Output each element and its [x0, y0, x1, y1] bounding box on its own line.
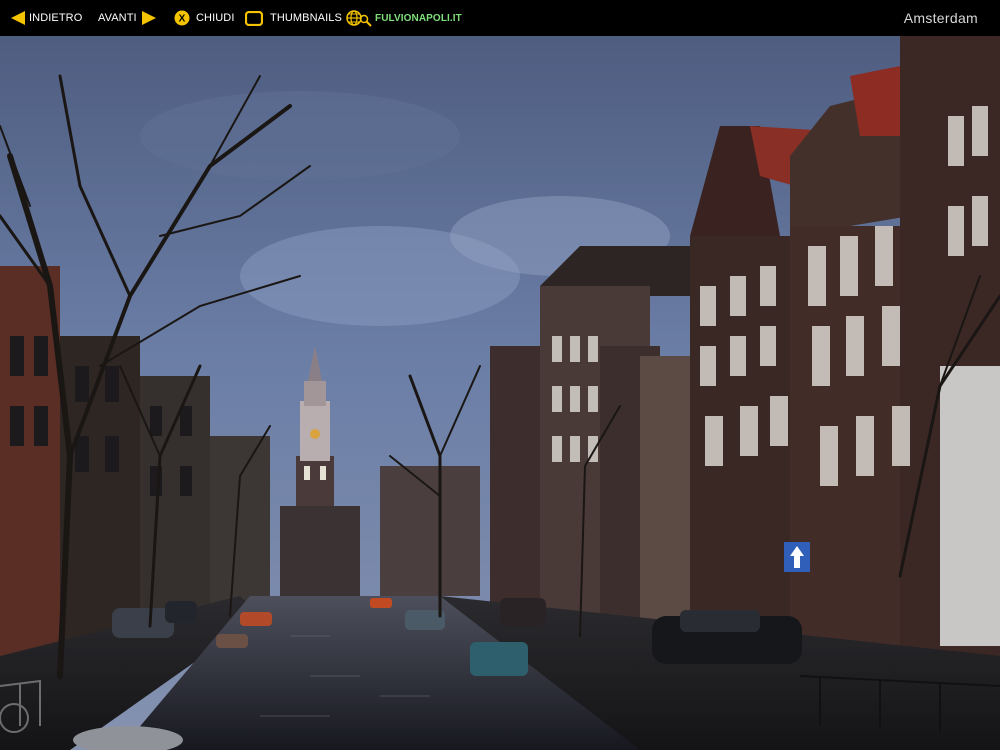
- globe-search-icon: [346, 10, 372, 27]
- toolbar: INDIETRO AVANTI X CHIUDI THUMBNAILS FULV: [0, 0, 1000, 36]
- arrow-left-icon: [11, 11, 25, 25]
- site-label: FULVIONAPOLI.IT: [375, 12, 462, 24]
- gallery-title: Amsterdam: [903, 10, 978, 26]
- back-button[interactable]: INDIETRO: [10, 0, 82, 36]
- forward-button[interactable]: AVANTI: [98, 0, 157, 36]
- arrow-right-icon: [141, 11, 156, 25]
- close-button[interactable]: X CHIUDI: [174, 0, 235, 36]
- close-icon-glyph: X: [179, 14, 186, 25]
- back-label: INDIETRO: [29, 12, 83, 24]
- gallery-photo: [0, 36, 1000, 750]
- close-circle-icon: X: [174, 10, 190, 26]
- thumbnails-button[interactable]: THUMBNAILS: [245, 0, 342, 36]
- thumbnails-label: THUMBNAILS: [270, 12, 342, 24]
- site-link[interactable]: FULVIONAPOLI.IT: [346, 0, 462, 36]
- close-label: CHIUDI: [196, 12, 235, 24]
- forward-label: AVANTI: [98, 12, 137, 24]
- thumbnails-icon: [245, 10, 263, 26]
